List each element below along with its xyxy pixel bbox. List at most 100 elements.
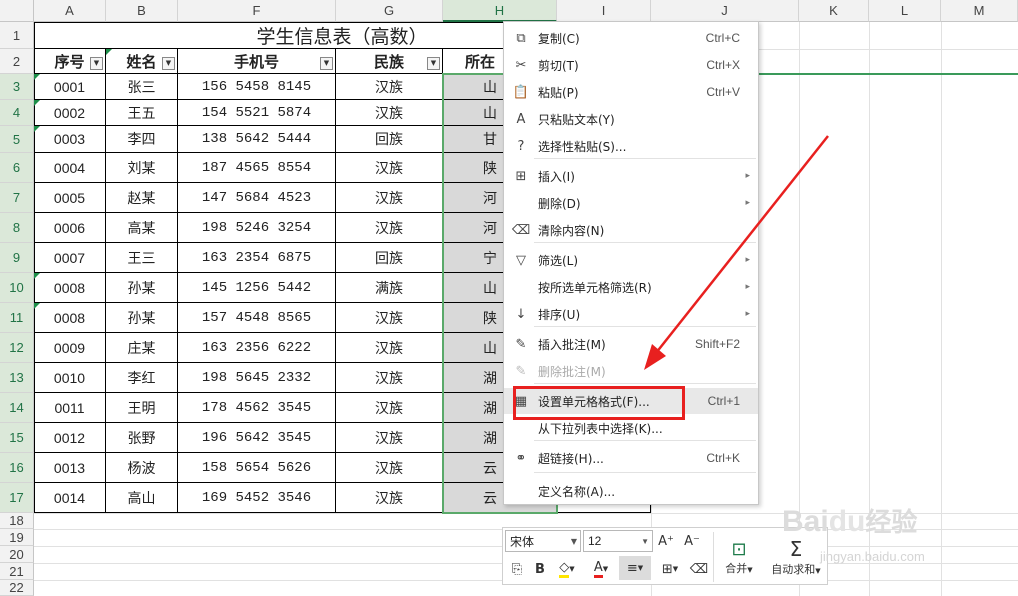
cell-ethnicity[interactable]: 满族	[336, 273, 443, 303]
row-header[interactable]: 4	[0, 100, 34, 126]
cell-ethnicity[interactable]: 汉族	[336, 333, 443, 363]
cell-phone[interactable]: 169 5452 3546	[178, 483, 336, 513]
header-cell-seq[interactable]: 序号 ▼	[34, 49, 106, 74]
row-header[interactable]: 14	[0, 393, 34, 423]
cell-ethnicity[interactable]: 汉族	[336, 100, 443, 126]
cell-name[interactable]: 孙某	[106, 303, 178, 333]
row-header[interactable]: 22	[0, 580, 34, 596]
filter-dropdown-icon[interactable]: ▼	[427, 57, 440, 70]
cell-name[interactable]: 赵某	[106, 183, 178, 213]
cell-phone[interactable]: 147 5684 4523	[178, 183, 336, 213]
font-color-button[interactable]: A ▼	[587, 558, 615, 580]
column-header-a[interactable]: A	[34, 0, 106, 22]
cell-ethnicity[interactable]: 汉族	[336, 303, 443, 333]
cell-phone[interactable]: 198 5645 2332	[178, 363, 336, 393]
filter-dropdown-icon[interactable]: ▼	[90, 57, 103, 70]
cell-name[interactable]: 张野	[106, 423, 178, 453]
cell-name[interactable]: 杨波	[106, 453, 178, 483]
column-header-m[interactable]: M	[941, 0, 1018, 22]
menu-item-paste[interactable]: 📋 粘贴(P) Ctrl+V	[504, 79, 758, 105]
bold-button[interactable]: B	[531, 558, 549, 580]
cell-ethnicity[interactable]: 汉族	[336, 153, 443, 183]
cell-ethnicity[interactable]: 回族	[336, 243, 443, 273]
cell-name[interactable]: 高某	[106, 213, 178, 243]
cell-seq[interactable]: 0007	[34, 243, 106, 273]
cell-seq[interactable]: 0013	[34, 453, 106, 483]
cell-seq[interactable]: 0001	[34, 74, 106, 100]
fill-color-button[interactable]: ◇ ▼	[553, 558, 581, 580]
format-painter-button[interactable]: ⎘	[507, 558, 527, 580]
cell-ethnicity[interactable]: 汉族	[336, 393, 443, 423]
cell-seq[interactable]: 0014	[34, 483, 106, 513]
column-header-k[interactable]: K	[799, 0, 869, 22]
cell-phone[interactable]: 156 5458 8145	[178, 74, 336, 100]
cell-name[interactable]: 庄某	[106, 333, 178, 363]
cell-seq[interactable]: 0004	[34, 153, 106, 183]
menu-item-cut[interactable]: ✂ 剪切(T) Ctrl+X	[504, 52, 758, 78]
cell-ethnicity[interactable]: 汉族	[336, 483, 443, 513]
row-header[interactable]: 15	[0, 423, 34, 453]
cell-phone[interactable]: 158 5654 5626	[178, 453, 336, 483]
corner-select-all[interactable]	[0, 0, 34, 22]
header-cell-ethnicity[interactable]: 民族 ▼	[336, 49, 443, 74]
menu-item-define-name[interactable]: 定义名称(A)...	[504, 478, 758, 504]
column-header-l[interactable]: L	[869, 0, 941, 22]
cell-ethnicity[interactable]: 回族	[336, 126, 443, 153]
cell-seq[interactable]: 0011	[34, 393, 106, 423]
row-header[interactable]: 6	[0, 153, 34, 183]
cell-name[interactable]: 王三	[106, 243, 178, 273]
cell-seq[interactable]: 0005	[34, 183, 106, 213]
grow-font-button[interactable]: A⁺	[655, 530, 677, 552]
row-header[interactable]: 19	[0, 529, 34, 546]
column-header-b[interactable]: B	[106, 0, 178, 22]
row-header[interactable]: 16	[0, 453, 34, 483]
cell-phone[interactable]: 138 5642 5444	[178, 126, 336, 153]
header-cell-phone[interactable]: 手机号 ▼	[178, 49, 336, 74]
header-cell-name[interactable]: 姓名 ▼	[106, 49, 178, 74]
cell-phone[interactable]: 157 4548 8565	[178, 303, 336, 333]
column-header-j[interactable]: J	[651, 0, 799, 22]
cell-seq[interactable]: 0002	[34, 100, 106, 126]
row-header[interactable]: 11	[0, 303, 34, 333]
row-header[interactable]: 21	[0, 563, 34, 580]
cell-seq[interactable]: 0012	[34, 423, 106, 453]
column-header-h[interactable]: H	[443, 0, 557, 22]
row-header[interactable]: 5	[0, 126, 34, 153]
menu-item-paste-text[interactable]: A 只粘贴文本(Y)	[504, 106, 758, 132]
row-header[interactable]: 17	[0, 483, 34, 513]
column-header-f[interactable]: F	[178, 0, 336, 22]
cell-seq[interactable]: 0010	[34, 363, 106, 393]
row-header[interactable]: 9	[0, 243, 34, 273]
cell-name[interactable]: 张三	[106, 74, 178, 100]
filter-dropdown-icon[interactable]: ▼	[320, 57, 333, 70]
merge-button[interactable]: ⊡ 合并▼	[717, 530, 761, 584]
cell-phone[interactable]: 163 2356 6222	[178, 333, 336, 363]
menu-item-hyperlink[interactable]: ⚭ 超链接(H)... Ctrl+K	[504, 445, 758, 471]
cell-ethnicity[interactable]: 汉族	[336, 74, 443, 100]
cell-seq[interactable]: 0006	[34, 213, 106, 243]
column-header-g[interactable]: G	[336, 0, 443, 22]
font-name-select[interactable]: 宋体 ▼	[505, 530, 581, 552]
cell-phone[interactable]: 145 1256 5442	[178, 273, 336, 303]
column-header-i[interactable]: I	[557, 0, 651, 22]
row-header[interactable]: 7	[0, 183, 34, 213]
cell-seq[interactable]: 0003	[34, 126, 106, 153]
cell-name[interactable]: 李红	[106, 363, 178, 393]
cell-name[interactable]: 王明	[106, 393, 178, 423]
cell-seq[interactable]: 0008	[34, 273, 106, 303]
row-header[interactable]: 18	[0, 513, 34, 529]
cell-name[interactable]: 孙某	[106, 273, 178, 303]
row-header[interactable]: 20	[0, 546, 34, 563]
row-header[interactable]: 8	[0, 213, 34, 243]
row-header[interactable]: 2	[0, 49, 34, 74]
border-button[interactable]: ⊞ ▼	[655, 558, 685, 580]
menu-item-copy[interactable]: ⧉ 复制(C) Ctrl+C	[504, 25, 758, 51]
shrink-font-button[interactable]: A⁻	[681, 530, 703, 552]
cell-phone[interactable]: 198 5246 3254	[178, 213, 336, 243]
filter-dropdown-icon[interactable]: ▼	[162, 57, 175, 70]
cell-name[interactable]: 高山	[106, 483, 178, 513]
cell-phone[interactable]: 154 5521 5874	[178, 100, 336, 126]
cell-name[interactable]: 李四	[106, 126, 178, 153]
row-header[interactable]: 3	[0, 74, 34, 100]
cell-seq[interactable]: 0008	[34, 303, 106, 333]
